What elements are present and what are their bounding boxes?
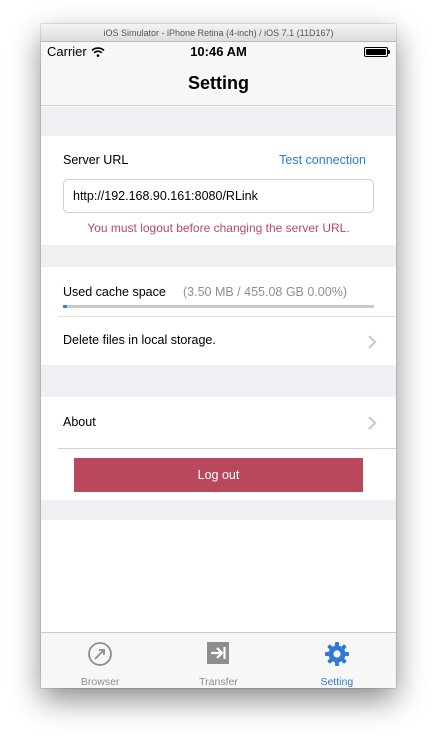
section-spacer [41,500,396,520]
gear-icon [324,642,349,666]
tab-setting-label: Setting [320,676,354,688]
cache-progress-bar [63,305,374,308]
tab-browser[interactable]: Browser [41,633,159,688]
logout-button[interactable]: Log out [74,458,363,492]
about-label: About [63,415,96,429]
section-spacer [41,107,396,136]
simulator-window: iOS Simulator - iPhone Retina (4-inch) /… [41,24,396,688]
battery-level [366,49,386,55]
delete-files-row[interactable]: Delete files in local storage. [58,317,396,365]
cache-row: Used cache space (3.50 MB / 455.08 GB 0.… [58,267,396,317]
cache-value: (3.50 MB / 455.08 GB 0.00%) [183,285,347,299]
tab-transfer-label: Transfer [199,676,238,688]
battery-icon [364,47,390,57]
logout-section: Log out [41,449,396,500]
chevron-right-icon [368,416,377,430]
section-spacer [41,245,396,267]
tab-setting[interactable]: Setting [278,633,396,688]
logout-warning: You must logout before changing the serv… [87,221,350,235]
tab-browser-label: Browser [80,676,120,688]
cache-progress-fill [63,305,68,308]
tab-bar: Browser Transfer Setting [41,632,396,688]
test-connection-link[interactable]: Test connection [279,153,366,167]
status-bar: Carrier 10:46 AM [41,42,396,62]
compass-icon [88,642,113,666]
status-time: 10:46 AM [190,44,247,59]
server-url-input[interactable] [63,179,374,213]
delete-files-label: Delete files in local storage. [63,333,216,347]
cache-label: Used cache space [63,285,166,299]
arrow-right-box-icon [207,642,230,664]
section-spacer [41,365,396,397]
server-section: Server URL Test connection You must logo… [41,136,396,245]
settings-content: Server URL Test connection You must logo… [41,107,396,632]
tab-transfer[interactable]: Transfer [159,633,277,688]
about-row[interactable]: About [58,397,396,449]
chevron-right-icon [368,335,377,349]
window-title: iOS Simulator - iPhone Retina (4-inch) /… [41,24,396,42]
server-url-label: Server URL [63,153,129,167]
page-title: Setting [41,62,396,106]
